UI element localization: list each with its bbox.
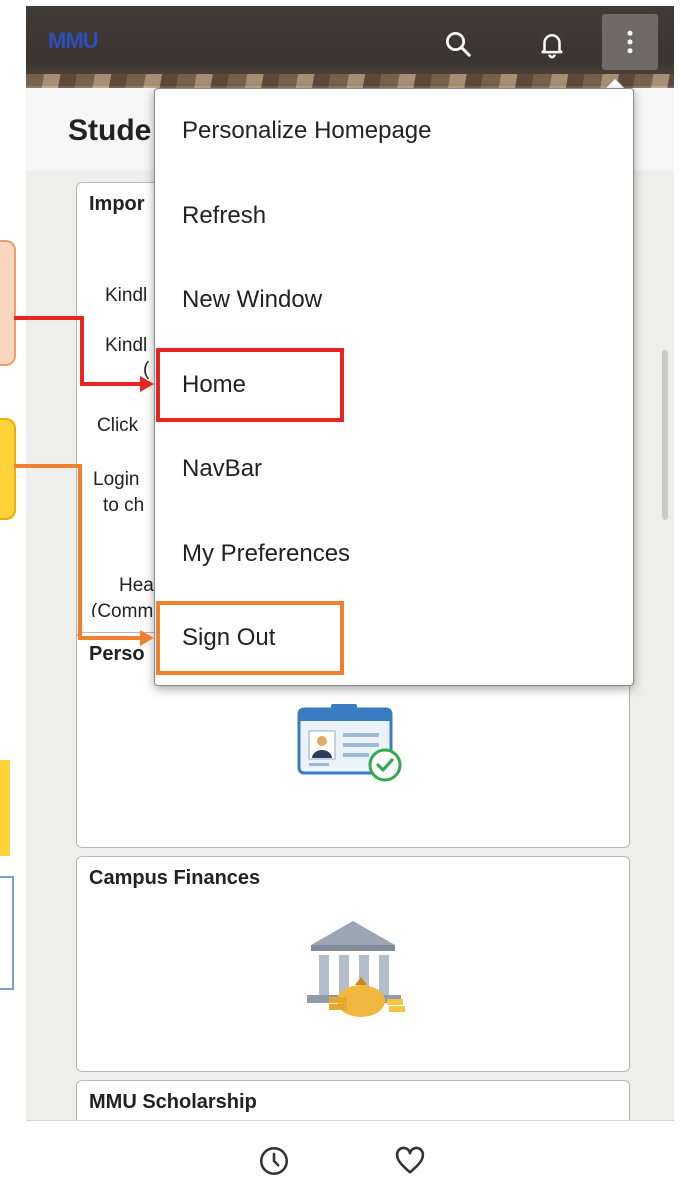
tile-title: Impor — [89, 193, 145, 215]
tile-title: Perso — [89, 643, 145, 665]
id-card-icon — [297, 704, 402, 782]
more-vertical-icon[interactable] — [602, 14, 658, 70]
bank-money-icon — [307, 921, 405, 1017]
menu-item-personalize-homepage[interactable]: Personalize Homepage — [182, 101, 612, 161]
tile-text: Click — [97, 415, 139, 436]
tile-text: Hea — [119, 575, 154, 596]
page-title: Stude — [68, 114, 152, 147]
menu-item-navbar[interactable]: NavBar — [182, 439, 612, 499]
tile-title: MMU Scholarship — [89, 1091, 257, 1113]
callout-yellow-bar — [0, 760, 10, 856]
header-banner-strip — [26, 74, 674, 88]
tile-text: ( — [143, 359, 150, 380]
bottom-navigation-bar — [26, 1120, 674, 1195]
top-navigation-bar: MMU — [26, 6, 674, 88]
callout-blue-box — [0, 876, 14, 990]
menu-item-my-preferences[interactable]: My Preferences — [182, 524, 612, 584]
menu-item-new-window[interactable]: New Window — [182, 270, 612, 330]
home-highlight-box — [156, 348, 344, 422]
tile-text: to ch — [103, 495, 145, 516]
favorites-heart-icon[interactable] — [390, 1141, 430, 1181]
history-clock-icon[interactable] — [254, 1141, 294, 1181]
tile-text: Login — [93, 469, 140, 490]
tile-text: Kindl — [105, 285, 148, 306]
campus-finances-tile[interactable]: Campus Finances — [76, 856, 630, 1072]
search-icon[interactable] — [438, 24, 478, 64]
tile-title: Campus Finances — [89, 867, 261, 889]
tile-text: (Comm — [91, 601, 154, 617]
tile-text: Kindl — [105, 335, 148, 356]
signout-highlight-box — [156, 601, 344, 675]
callout-peach — [0, 240, 16, 366]
mmu-logo[interactable]: MMU — [48, 28, 99, 54]
bell-icon[interactable] — [532, 24, 572, 64]
menu-item-refresh[interactable]: Refresh — [182, 186, 612, 246]
scrollbar[interactable] — [662, 350, 668, 520]
callout-yellow — [0, 418, 16, 520]
